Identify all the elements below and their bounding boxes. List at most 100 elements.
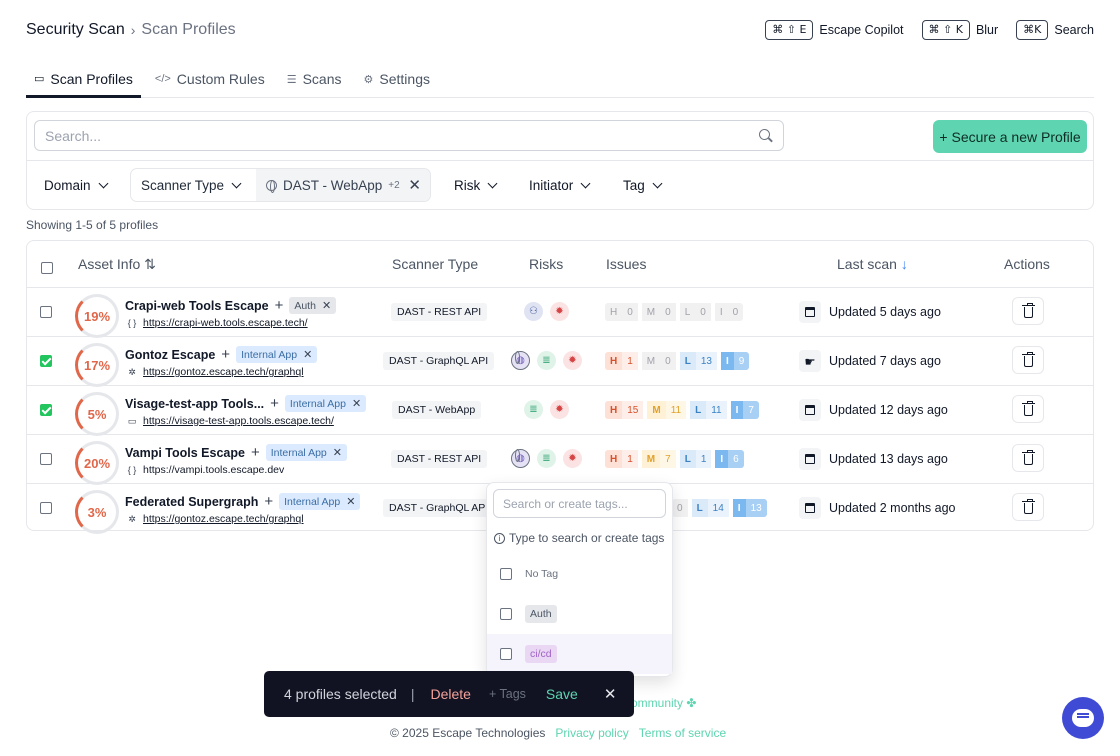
tab-scan-profiles[interactable]: ▭ Scan Profiles bbox=[26, 62, 141, 98]
asset-name[interactable]: Crapi-web Tools Escape bbox=[125, 299, 269, 313]
gear-icon: ⚙ bbox=[363, 73, 374, 86]
tag-option-checkbox[interactable] bbox=[500, 648, 512, 660]
column-last-scan[interactable]: Last scan ↓ bbox=[837, 256, 908, 272]
delete-button[interactable] bbox=[1012, 346, 1044, 374]
add-tag-button[interactable]: + bbox=[221, 346, 230, 363]
tag-option-checkbox[interactable] bbox=[500, 608, 512, 620]
clear-filter-icon[interactable]: ✕ bbox=[408, 176, 421, 194]
filter-label: Domain bbox=[44, 177, 91, 193]
chat-support-button[interactable] bbox=[1062, 697, 1104, 739]
database-risk-icon: ≣ bbox=[537, 449, 556, 468]
tab-scans[interactable]: ☰ Scans bbox=[279, 62, 350, 96]
last-scan-text: Updated 7 days ago bbox=[829, 354, 941, 368]
add-tag-button[interactable]: + bbox=[270, 395, 279, 412]
asset-url[interactable]: https://visage-test-app.tools.escape.tec… bbox=[143, 415, 334, 427]
asset-url[interactable]: https://gontoz.escape.tech/graphql bbox=[143, 513, 304, 525]
filter-row: Domain Scanner Type DAST - WebApp +2 ✕ R… bbox=[27, 168, 1093, 202]
tag-option-label: ci/cd bbox=[525, 645, 557, 663]
tag-option-checkbox[interactable] bbox=[500, 568, 512, 580]
table-header: Asset Info ⇅ Scanner Type Risks Issues L… bbox=[27, 241, 1093, 288]
tab-settings[interactable]: ⚙ Settings bbox=[356, 62, 438, 96]
tag-search-input[interactable] bbox=[493, 489, 666, 518]
webapp-icon: ▭ bbox=[127, 415, 137, 426]
asset-name-line: Federated Supergraph + Internal App ✕ bbox=[125, 493, 361, 510]
add-tag-button[interactable]: + bbox=[264, 493, 273, 510]
remove-tag-icon[interactable]: ✕ bbox=[352, 397, 361, 410]
community-link[interactable]: ommunity ✤ bbox=[631, 696, 696, 710]
remove-tag-icon[interactable]: ✕ bbox=[322, 299, 331, 312]
issue-info-count: 13 bbox=[745, 499, 767, 517]
bug-risk-icon: ✹ bbox=[550, 400, 569, 419]
delete-button[interactable] bbox=[1012, 444, 1044, 472]
blur-shortcut[interactable]: ⌘ ⇧ K Blur bbox=[921, 20, 998, 40]
issue-low-label: L bbox=[679, 352, 696, 370]
column-risks: Risks bbox=[529, 256, 564, 272]
row-checkbox[interactable] bbox=[40, 453, 52, 465]
table-row[interactable]: 17% Gontoz Escape + Internal App ✕ ✲ http… bbox=[27, 337, 1093, 387]
delete-button[interactable] bbox=[1012, 493, 1044, 521]
tag-option-cicd[interactable]: ci/cd bbox=[487, 634, 672, 674]
breadcrumb-root[interactable]: Security Scan bbox=[26, 21, 125, 39]
chevron-down-icon bbox=[98, 178, 108, 188]
asset-url[interactable]: https://crapi-web.tools.escape.tech/ bbox=[143, 317, 308, 329]
tag-label: Internal App bbox=[289, 397, 346, 410]
scanner-type-dropdown[interactable]: Scanner Type bbox=[131, 169, 256, 201]
tag-option-label: No Tag bbox=[525, 568, 559, 580]
search-input[interactable] bbox=[45, 127, 759, 144]
security-score: 20% bbox=[75, 441, 119, 485]
delete-button[interactable] bbox=[1012, 297, 1044, 325]
asset-url[interactable]: https://gontoz.escape.tech/graphql bbox=[143, 366, 304, 378]
row-checkbox[interactable] bbox=[40, 502, 52, 514]
select-all-checkbox[interactable] bbox=[41, 262, 53, 274]
asset-name[interactable]: Gontoz Escape bbox=[125, 348, 215, 362]
risk-filter[interactable]: Risk bbox=[454, 168, 498, 202]
domain-filter[interactable]: Domain bbox=[44, 168, 108, 202]
issue-high-label: H bbox=[605, 352, 623, 370]
tag-option-no-tag[interactable]: No Tag bbox=[487, 554, 672, 594]
tag-option-auth[interactable]: Auth bbox=[487, 594, 672, 634]
issue-medium-label: M bbox=[647, 401, 666, 419]
add-tag-button[interactable]: + bbox=[275, 297, 284, 314]
row-checkbox[interactable] bbox=[40, 355, 52, 367]
escape-copilot-shortcut[interactable]: ⌘ ⇧ E Escape Copilot bbox=[765, 20, 904, 40]
bulk-delete-button[interactable]: Delete bbox=[430, 686, 470, 702]
initiator-filter[interactable]: Initiator bbox=[529, 168, 591, 202]
secure-new-profile-button[interactable]: + Secure a new Profile bbox=[933, 120, 1087, 153]
asset-name[interactable]: Federated Supergraph bbox=[125, 495, 258, 509]
last-scan: Updated 13 days ago bbox=[799, 448, 948, 470]
table-row[interactable]: 20% Vampi Tools Escape + Internal App ✕ {… bbox=[27, 435, 1093, 485]
button-label: Secure a new Profile bbox=[951, 128, 1081, 145]
remove-tag-icon[interactable]: ✕ bbox=[333, 446, 342, 459]
issues-summary: 0 L 14 I 13 bbox=[672, 499, 767, 517]
delete-button[interactable] bbox=[1012, 395, 1044, 423]
asset-name[interactable]: Visage-test-app Tools... bbox=[125, 397, 264, 411]
sort-down-icon: ↓ bbox=[900, 256, 908, 272]
remove-tag-icon[interactable]: ✕ bbox=[346, 495, 355, 508]
search-icon[interactable] bbox=[759, 128, 773, 143]
tab-label: Scan Profiles bbox=[50, 70, 133, 87]
row-checkbox[interactable] bbox=[40, 306, 52, 318]
bulk-save-button[interactable]: Save bbox=[546, 686, 578, 702]
tag-filter[interactable]: Tag bbox=[623, 168, 663, 202]
table-row[interactable]: 5% Visage-test-app Tools... + Internal A… bbox=[27, 386, 1093, 436]
asset-tag: Auth ✕ bbox=[289, 297, 337, 314]
tab-custom-rules[interactable]: </> Custom Rules bbox=[147, 62, 273, 96]
privacy-policy-link[interactable]: Privacy policy bbox=[555, 726, 628, 740]
search-shortcut[interactable]: ⌘K Search bbox=[1016, 20, 1094, 40]
tab-label: Scans bbox=[302, 71, 342, 87]
close-selection-icon[interactable]: ✕ bbox=[604, 685, 617, 703]
tab-bar: ▭ Scan Profiles </> Custom Rules ☰ Scans… bbox=[26, 62, 1094, 98]
table-row[interactable]: 19% Crapi-web Tools Escape + Auth ✕ { } h… bbox=[27, 288, 1093, 338]
asset-name[interactable]: Vampi Tools Escape bbox=[125, 446, 245, 460]
calendar-icon bbox=[799, 301, 821, 323]
asset-name-line: Gontoz Escape + Internal App ✕ bbox=[125, 346, 318, 363]
column-asset-info[interactable]: Asset Info ⇅ bbox=[78, 256, 156, 273]
filter-panel: + Secure a new Profile Domain Scanner Ty… bbox=[26, 111, 1094, 210]
bulk-tags-button[interactable]: + Tags bbox=[489, 687, 526, 701]
row-checkbox[interactable] bbox=[40, 404, 52, 416]
terms-of-service-link[interactable]: Terms of service bbox=[639, 726, 726, 740]
remove-tag-icon[interactable]: ✕ bbox=[303, 348, 312, 361]
asset-url[interactable]: https://vampi.tools.escape.dev bbox=[143, 464, 284, 476]
asset-url-line: ✲ https://gontoz.escape.tech/graphql bbox=[127, 513, 304, 525]
add-tag-button[interactable]: + bbox=[251, 444, 260, 461]
